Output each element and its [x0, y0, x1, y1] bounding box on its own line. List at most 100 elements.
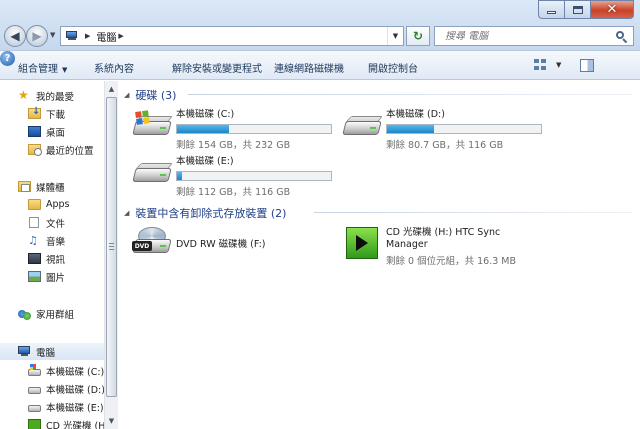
sidebar-item-downloads[interactable]: 下載 — [0, 105, 65, 122]
sidebar-item-apps[interactable]: Apps — [0, 196, 70, 213]
document-icon — [29, 217, 39, 228]
view-options-dropdown[interactable]: ▼ — [556, 61, 561, 69]
drive-name: DVD RW 磁碟機 (F:) — [176, 239, 266, 250]
close-button[interactable]: ✕ — [590, 0, 634, 19]
libraries-icon — [18, 181, 31, 192]
sidebar-item-recent[interactable]: 最近的位置 — [0, 141, 94, 158]
system-drive-icon — [132, 109, 173, 143]
close-icon: ✕ — [606, 2, 618, 17]
group-divider — [314, 212, 632, 213]
window-controls: ✕ — [538, 0, 634, 19]
help-icon[interactable]: ? — [0, 51, 15, 66]
hard-drive-icon — [132, 156, 173, 190]
scroll-down-icon[interactable]: ▼ — [105, 415, 118, 427]
sidebar-item-homegroup[interactable]: 家用群組 — [0, 305, 74, 322]
refresh-icon: ↻ — [412, 29, 424, 43]
map-network-drive-button[interactable]: 連線網路磁碟機 — [274, 60, 344, 75]
scroll-up-icon[interactable]: ▲ — [105, 83, 118, 95]
back-arrow-icon: ◀ — [10, 29, 20, 43]
star-icon: ★ — [18, 88, 29, 102]
desktop-icon — [28, 126, 41, 137]
search-input[interactable] — [445, 30, 595, 42]
recent-pages-dropdown[interactable]: ▼ — [50, 31, 55, 39]
drive-name: CD 光碟機 (H:) HTC Sync — [386, 227, 501, 238]
collapse-triangle-icon[interactable]: ◢ — [124, 91, 129, 99]
hard-drive-icon — [28, 404, 41, 412]
sidebar-item-drive-c[interactable]: 本機磁碟 (C:) — [0, 362, 104, 379]
removable-storage-group-header[interactable]: ◢ 裝置中含有卸除式存放裝置 (2) — [124, 205, 286, 221]
uninstall-program-button[interactable]: 解除安裝或變更程式 — [172, 60, 262, 75]
homegroup-icon — [18, 308, 31, 320]
forward-arrow-icon: ▶ — [32, 29, 42, 43]
drive-name: 本機磁碟 (C:) — [176, 109, 235, 120]
hard-drive-icon — [342, 109, 383, 143]
breadcrumb-separator-icon[interactable]: ▶ — [85, 32, 90, 40]
maximize-button[interactable] — [564, 0, 590, 19]
search-box[interactable] — [434, 26, 634, 46]
usage-bar — [176, 171, 332, 181]
usage-bar — [176, 124, 332, 134]
drive-name: 本機磁碟 (E:) — [176, 156, 234, 167]
sidebar-item-documents[interactable]: 文件 — [0, 214, 65, 231]
sidebar-item-drive-d[interactable]: 本機磁碟 (D:) — [0, 380, 104, 397]
free-space-text: 剩餘 80.7 GB，共 116 GB — [386, 140, 504, 151]
hard-drive-icon — [28, 386, 41, 394]
computer-icon — [18, 346, 31, 357]
collapse-triangle-icon[interactable]: ◢ — [124, 209, 129, 217]
drive-item-h[interactable]: CD 光碟機 (H:) HTC Sync Manager 剩餘 0 個位元組，共… — [342, 227, 516, 267]
free-space-text: 剩餘 154 GB，共 232 GB — [176, 140, 291, 151]
music-icon: ♫ — [28, 234, 38, 247]
chevron-down-icon: ▼ — [62, 66, 68, 74]
recent-places-icon — [28, 144, 42, 156]
breadcrumb-chevron-icon[interactable]: ▶ — [118, 32, 123, 40]
cd-drive-icon — [28, 419, 41, 429]
folder-icon — [28, 199, 41, 210]
system-drive-icon — [28, 364, 41, 376]
drive-name-continued: Manager — [386, 239, 428, 250]
hard-disks-group-header[interactable]: ◢ 硬碟 (3) — [124, 87, 176, 103]
address-history-dropdown[interactable]: ▼ — [387, 27, 403, 45]
minimize-icon — [547, 11, 556, 14]
downloads-folder-icon — [28, 106, 41, 119]
preview-pane-icon[interactable] — [580, 59, 594, 72]
sidebar-item-favorites[interactable]: ★ 我的最愛 — [0, 87, 74, 104]
address-bar[interactable]: ▶ 電腦 ▶ ▼ — [60, 26, 404, 46]
drive-item-f[interactable]: DVD DVD RW 磁碟機 (F:) — [132, 227, 265, 261]
sidebar-item-desktop[interactable]: 桌面 — [0, 123, 65, 140]
sidebar-item-videos[interactable]: 視訊 — [0, 250, 65, 267]
navigation-scrollbar[interactable]: ▲ ▼ — [104, 81, 118, 429]
scrollbar-thumb[interactable] — [106, 97, 117, 397]
search-icon[interactable] — [616, 30, 628, 43]
maximize-icon — [572, 5, 583, 14]
htc-sync-icon — [342, 227, 382, 263]
open-control-panel-button[interactable]: 開啟控制台 — [368, 60, 418, 75]
back-button[interactable]: ◀ — [4, 25, 26, 47]
group-divider — [188, 94, 632, 95]
title-bar: ✕ ◀ ▶ ▼ ▶ 電腦 ▶ ▼ ↻ — [0, 0, 640, 50]
dvd-drive-icon: DVD — [132, 227, 172, 261]
system-properties-button[interactable]: 系統內容 — [94, 60, 134, 75]
refresh-button[interactable]: ↻ — [406, 26, 430, 46]
breadcrumb-computer[interactable]: 電腦 — [96, 29, 116, 44]
pictures-icon — [28, 271, 41, 282]
forward-button[interactable]: ▶ — [26, 25, 48, 47]
command-bar: 組合管理 ▼ 系統內容 解除安裝或變更程式 連線網路磁碟機 開啟控制台 ▼ ? — [0, 50, 640, 80]
free-space-text: 剩餘 112 GB，共 116 GB — [176, 187, 291, 198]
change-view-icon[interactable] — [534, 59, 548, 72]
drive-item-e[interactable]: 本機磁碟 (E:) 剩餘 112 GB，共 116 GB — [132, 156, 332, 198]
minimize-button[interactable] — [538, 0, 564, 19]
drive-name: 本機磁碟 (D:) — [386, 109, 445, 120]
video-icon — [28, 253, 41, 264]
organize-menu[interactable]: 組合管理 ▼ — [18, 60, 67, 75]
sidebar-item-computer[interactable]: 電腦 — [0, 343, 104, 360]
sidebar-item-drive-h[interactable]: CD 光碟機 (H: — [0, 416, 104, 429]
sidebar-item-libraries[interactable]: 媒體櫃 — [0, 178, 65, 195]
drive-item-d[interactable]: 本機磁碟 (D:) 剩餘 80.7 GB，共 116 GB — [342, 109, 542, 151]
sidebar-item-music[interactable]: ♫ 音樂 — [0, 232, 65, 249]
computer-icon — [65, 31, 79, 41]
sidebar-item-pictures[interactable]: 圖片 — [0, 268, 65, 285]
content-area: ◢ 硬碟 (3) 本機磁碟 (C:) 剩餘 154 GB，共 232 GB 本機磁… — [118, 81, 640, 429]
drive-item-c[interactable]: 本機磁碟 (C:) 剩餘 154 GB，共 232 GB — [132, 109, 332, 151]
usage-bar — [386, 124, 542, 134]
sidebar-item-drive-e[interactable]: 本機磁碟 (E:) — [0, 398, 104, 415]
